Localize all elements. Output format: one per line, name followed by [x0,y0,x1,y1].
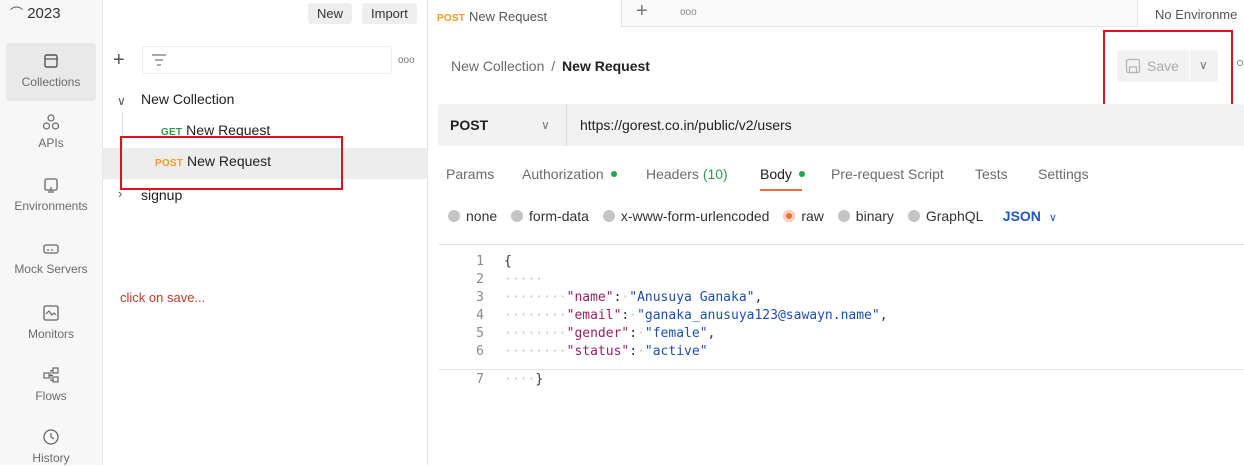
code-text: ····} [504,372,544,387]
collection-name: New Collection [141,91,235,107]
nav-mock-servers[interactable]: Mock Servers [0,238,102,276]
active-tab-underline [760,189,802,191]
tab-authorization[interactable]: Authorization [522,166,617,182]
code-text: ········"status":·"active" [504,344,708,359]
radio-urlencoded[interactable]: x-www-form-urlencoded [602,208,769,224]
body-code-editor[interactable]: 1 { 2 ····· 3 ········"name":·"Anusuya G… [438,244,1244,466]
workspace-title[interactable]: ⌒ 2023 [10,3,61,22]
nav-history[interactable]: History [0,427,102,465]
current-line-divider [438,369,1244,370]
sidebar-more-icon[interactable]: ooo [398,55,415,66]
environment-selector[interactable]: No Environme [1137,0,1244,27]
chevron-down-icon: ∨ [117,94,126,108]
status-dot [798,171,805,177]
mock-servers-icon [43,244,59,254]
new-button[interactable]: New [308,3,353,24]
nav-apis[interactable]: APIs [0,112,102,150]
new-tab-icon[interactable]: + [636,1,648,21]
add-collection-icon[interactable]: + [113,50,125,70]
nav-flows[interactable]: Flows [0,365,102,403]
radio-icon [907,210,920,222]
tabs-more-icon[interactable]: ooo [680,7,697,18]
radio-icon [837,210,850,222]
workspace-icon: ⌒ [10,6,24,21]
tab-title: New Request [469,9,548,24]
code-line: 1 { [476,254,512,269]
tab-pre-request-script[interactable]: Pre-request Script [831,166,944,182]
tab-method-badge: POST [437,13,466,24]
radio-selected-icon [783,210,796,222]
flows-icon [43,367,59,383]
monitors-icon [43,305,59,321]
history-icon [43,429,59,445]
chevron-down-icon: ∨ [1048,212,1057,224]
tab-tests[interactable]: Tests [975,166,1008,182]
breadcrumb-separator: / [551,58,556,74]
code-text: ········"gender":·"female", [504,326,716,341]
breadcrumb-parent[interactable]: New Collection [451,58,544,74]
radio-icon [602,210,615,222]
radio-raw[interactable]: raw [783,208,824,224]
highlight-box-save [1103,30,1233,108]
breadcrumb-current[interactable]: New Request [562,58,650,74]
url-input[interactable]: https://gorest.co.in/public/v2/users [580,117,792,133]
method-value: POST [450,117,489,133]
toolbar-more-icon[interactable] [1237,60,1243,66]
collections-icon [44,54,58,68]
highlight-box-post-request [120,136,343,190]
tab-params[interactable]: Params [446,166,494,182]
radio-none[interactable]: none [448,208,497,224]
headers-count: (10) [702,166,728,182]
radio-form-data[interactable]: form-data [511,208,589,224]
radio-binary[interactable]: binary [837,208,894,224]
collection-row[interactable]: ∨ New Collection [103,88,427,118]
radio-graphql[interactable]: GraphQL [907,208,983,224]
annotation-text: click on save... [120,290,206,305]
radio-icon [511,210,524,222]
radio-icon [448,210,460,222]
method-select[interactable]: POST ∨ [438,104,567,146]
apis-icon [42,114,60,130]
chevron-down-icon: ∨ [541,118,550,132]
status-dot [610,171,617,177]
tab-body[interactable]: Body [760,166,805,182]
breadcrumb: New Collection / New Request [451,58,650,74]
code-line: 4 ········"email":·"ganaka_anusuya123@sa… [476,308,888,323]
environments-icon [44,178,58,193]
active-request-tab[interactable]: POST New Request [428,0,622,27]
nav-environments[interactable]: Environments [0,175,102,213]
filter-icon [152,54,166,66]
body-type-options: none form-data x-www-form-urlencoded raw… [448,208,1057,224]
code-line: 3 ········"name":·"Anusuya Ganaka", [476,290,763,305]
filter-input[interactable] [142,46,392,74]
code-line: 6 ········"status":·"active" [476,344,708,359]
format-select[interactable]: JSON ∨ [1003,208,1057,224]
tab-headers[interactable]: Headers (10) [646,166,728,182]
import-button[interactable]: Import [362,3,417,24]
code-text: { [504,254,512,269]
code-line: 5 ········"gender":·"female", [476,326,716,341]
code-text: ········"email":·"ganaka_anusuya123@sawa… [504,308,888,323]
nav-collections[interactable]: Collections [6,43,96,101]
code-line: 7 ····} [476,372,544,387]
environment-name: No Environme [1155,7,1238,22]
code-text: ········"name":·"Anusuya Ganaka", [504,290,763,305]
code-line: 2 ····· [476,272,544,287]
whitespace-dots: ····· [504,272,544,287]
nav-monitors[interactable]: Monitors [0,303,102,341]
tab-settings[interactable]: Settings [1038,166,1089,182]
